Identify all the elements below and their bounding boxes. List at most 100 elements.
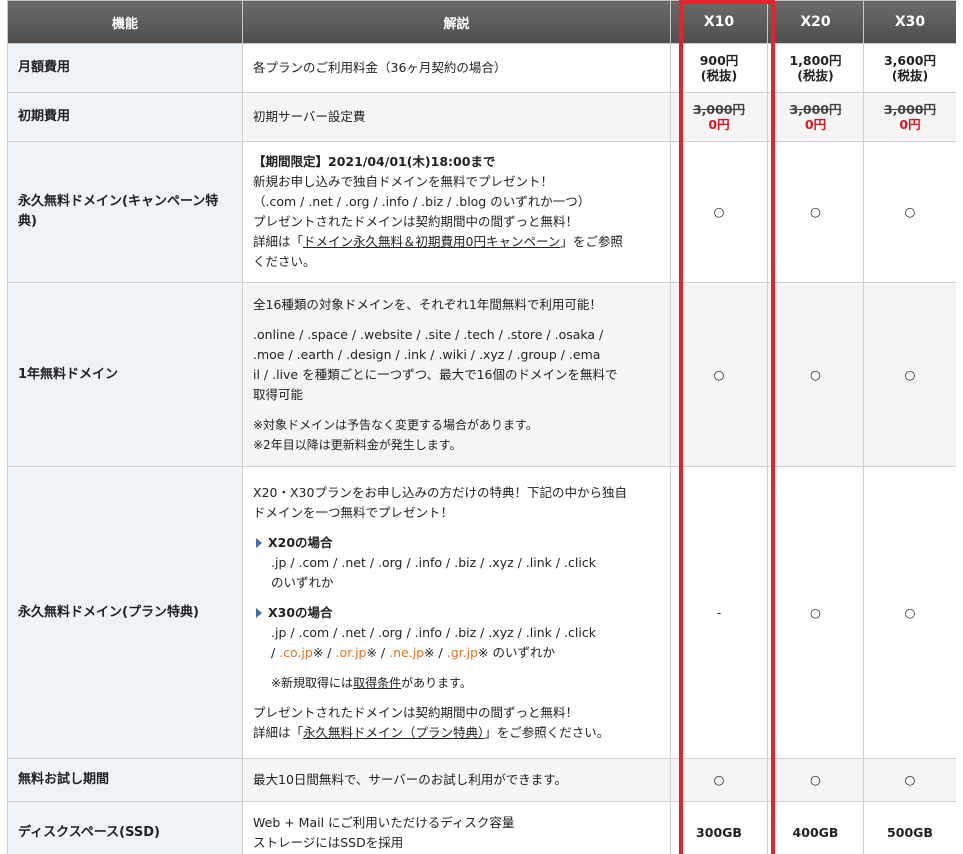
plan-comparison-table: 機能 解説 X10 X20 X30 月額費用 各プランのご利用料金（36ヶ月契約… <box>7 0 956 854</box>
description-line: プレゼントされたドメインは契約期間中の間ずっと無料！ <box>253 704 579 720</box>
table-row-oneyear: 1年無料ドメイン 全16種類の対象ドメインを、それぞれ1年間無料で利用可能！ .… <box>7 282 956 467</box>
note-line: ※対象ドメインは予告なく変更する場合があります。 <box>253 417 538 432</box>
new-price: 0円 <box>804 117 827 132</box>
x10-value: 3,000円 0円 <box>670 92 768 142</box>
feature-label: 月額費用 <box>7 43 243 93</box>
x30-value: ○ <box>863 466 956 759</box>
text: があります。 <box>401 675 472 690</box>
description-line: ストレージにはSSDを採用 <box>253 834 404 850</box>
feature-label: ディスクスペース(SSD) <box>7 801 243 854</box>
x10-value: ○ <box>670 758 768 802</box>
or-jp-link[interactable]: .or.jp <box>335 645 366 660</box>
text: / <box>271 644 280 660</box>
tax-note: (税抜) <box>891 68 929 83</box>
domain-list-line: .jp / .com / .net / .org / .info / .biz … <box>271 554 596 570</box>
text: ※ のいずれか <box>478 644 555 660</box>
feature-label: 1年無料ドメイン <box>7 282 243 467</box>
domain-list-line: .jp / .com / .net / .org / .info / .biz … <box>271 624 596 640</box>
x10-value: ○ <box>670 282 768 467</box>
description-line: 詳細は「ドメイン永久無料＆初期費用0円キャンペーン」をご参照 <box>253 232 660 252</box>
description-line: （.com / .net / .org / .info / .biz / .bl… <box>253 194 591 209</box>
table-row-disk: ディスクスペース(SSD) Web + Mail にご利用いただけるディスク容量… <box>7 801 956 854</box>
triangle-bullet-icon <box>256 607 262 618</box>
text: 詳細は「 <box>253 724 304 740</box>
x20-value: ○ <box>767 758 864 802</box>
x20-value: 400GB <box>767 801 864 854</box>
feature-label: 初期費用 <box>7 92 243 142</box>
x20-value: 3,000円 0円 <box>767 92 864 142</box>
price-amount: 900円 <box>699 53 739 68</box>
section-title-text: X30の場合 <box>268 604 333 620</box>
header-x30: X30 <box>863 0 956 44</box>
feature-label: 無料お試し期間 <box>7 758 243 802</box>
tax-note: (税抜) <box>797 68 834 83</box>
header-x20: X20 <box>767 0 864 44</box>
x10-value: ○ <box>670 141 768 283</box>
x30-value: ○ <box>863 282 956 467</box>
price-amount: 3,600円 <box>883 53 937 68</box>
section-title-text: X20の場合 <box>268 534 333 550</box>
x30-value: 500GB <box>863 801 956 854</box>
condition-link[interactable]: 取得条件 <box>353 676 401 690</box>
text: 」をご参照ください。 <box>484 724 610 740</box>
table-row-trial: 無料お試し期間 最大10日間無料で、サーバーのお試し利用ができます。 ○ ○ ○ <box>7 758 956 802</box>
table-header-row: 機能 解説 X10 X20 X30 <box>7 0 956 44</box>
x30-value: ○ <box>863 758 956 802</box>
feature-description: 初期サーバー設定費 <box>242 92 671 142</box>
plan-bonus-link[interactable]: 永久無料ドメイン（プラン特典） <box>303 725 484 740</box>
domain-list-line: / .co.jp※ / .or.jp※ / .ne.jp※ / .gr.jp※ … <box>253 643 660 663</box>
text: 詳細は「 <box>253 234 304 249</box>
tax-note: (税抜) <box>700 68 738 83</box>
gr-jp-link[interactable]: .gr.jp <box>447 645 478 660</box>
domain-list-line: .online / .space / .website / .site / .t… <box>253 326 604 342</box>
triangle-bullet-icon <box>256 537 262 548</box>
ne-jp-link[interactable]: .ne.jp <box>389 645 424 660</box>
old-price: 3,000円 <box>789 102 842 117</box>
text: ※ / <box>424 644 447 660</box>
description-line: Web + Mail にご利用いただけるディスク容量 <box>253 814 515 830</box>
description-line: ドメインを一つ無料でプレゼント！ <box>253 504 454 520</box>
table-row-plan-bonus: 永久無料ドメイン(プラン特典) X20・X30プランをお申し込みの方だけの特典！… <box>7 466 956 759</box>
feature-description: 最大10日間無料で、サーバーのお試し利用ができます。 <box>242 758 671 802</box>
feature-description: X20・X30プランをお申し込みの方だけの特典！下記の中から独自 ドメインを一つ… <box>242 466 671 759</box>
feature-description: Web + Mail にご利用いただけるディスク容量 ストレージにはSSDを採用 <box>242 801 671 854</box>
x30-value: 3,600円 (税抜) <box>863 43 956 93</box>
header-description: 解説 <box>242 0 671 44</box>
feature-label: 永久無料ドメイン(プラン特典) <box>7 466 243 759</box>
co-jp-link[interactable]: .co.jp <box>279 645 313 660</box>
text: ※ / <box>312 644 336 660</box>
x30-value: ○ <box>863 141 956 283</box>
x30-value: 3,000円 0円 <box>863 92 956 142</box>
feature-label: 永久無料ドメイン(キャンペーン特典) <box>7 141 243 283</box>
text: ※ / <box>366 644 390 660</box>
domain-list-line: il / .live を種類ごとに一つずつ、最大で16個のドメインを無料で <box>253 366 618 382</box>
feature-description: 各プランのご利用料金（36ヶ月契約の場合） <box>242 43 671 93</box>
condition-note: ※新規取得には取得条件があります。 <box>253 673 660 693</box>
description-line: プレゼントされたドメインは契約期間中の間ずっと無料！ <box>253 214 579 229</box>
x20-section-title: X20の場合 <box>253 533 660 553</box>
x20-value: ○ <box>767 466 864 759</box>
campaign-link[interactable]: ドメイン永久無料＆初期費用0円キャンペーン <box>303 234 560 249</box>
new-price: 0円 <box>708 117 730 132</box>
header-x10: X10 <box>670 0 768 44</box>
x10-value: - <box>670 466 768 759</box>
table-row-monthly: 月額費用 各プランのご利用料金（36ヶ月契約の場合） 900円 (税抜) 1,8… <box>7 43 956 93</box>
plan-comparison-page: 機能 解説 X10 X20 X30 月額費用 各プランのご利用料金（36ヶ月契約… <box>7 0 956 854</box>
x30-section-title: X30の場合 <box>253 603 660 623</box>
x10-value: 900円 (税抜) <box>670 43 768 93</box>
description-line: 全16種類の対象ドメインを、それぞれ1年間無料で利用可能！ <box>253 296 602 312</box>
x20-value: ○ <box>767 141 864 283</box>
x20-value: ○ <box>767 282 864 467</box>
note-line: ※2年目以降は更新料金が発生します。 <box>253 437 462 452</box>
domain-list-line: のいずれか <box>271 574 334 590</box>
table-row-initial: 初期費用 初期サーバー設定費 3,000円 0円 3,000円 0円 3,000… <box>7 92 956 142</box>
description-line: ください。 <box>253 254 316 269</box>
header-feature: 機能 <box>7 0 243 44</box>
feature-description: 全16種類の対象ドメインを、それぞれ1年間無料で利用可能！ .online / … <box>242 282 671 467</box>
text: ※新規取得には <box>271 675 354 690</box>
new-price: 0円 <box>899 117 921 132</box>
description-line: 新規お申し込みで独自ドメインを無料でプレゼント！ <box>253 174 554 189</box>
old-price: 3,000円 <box>692 102 746 117</box>
domain-list-line: .moe / .earth / .design / .ink / .wiki /… <box>253 346 601 362</box>
description-line: X20・X30プランをお申し込みの方だけの特典！下記の中から独自 <box>253 484 627 500</box>
